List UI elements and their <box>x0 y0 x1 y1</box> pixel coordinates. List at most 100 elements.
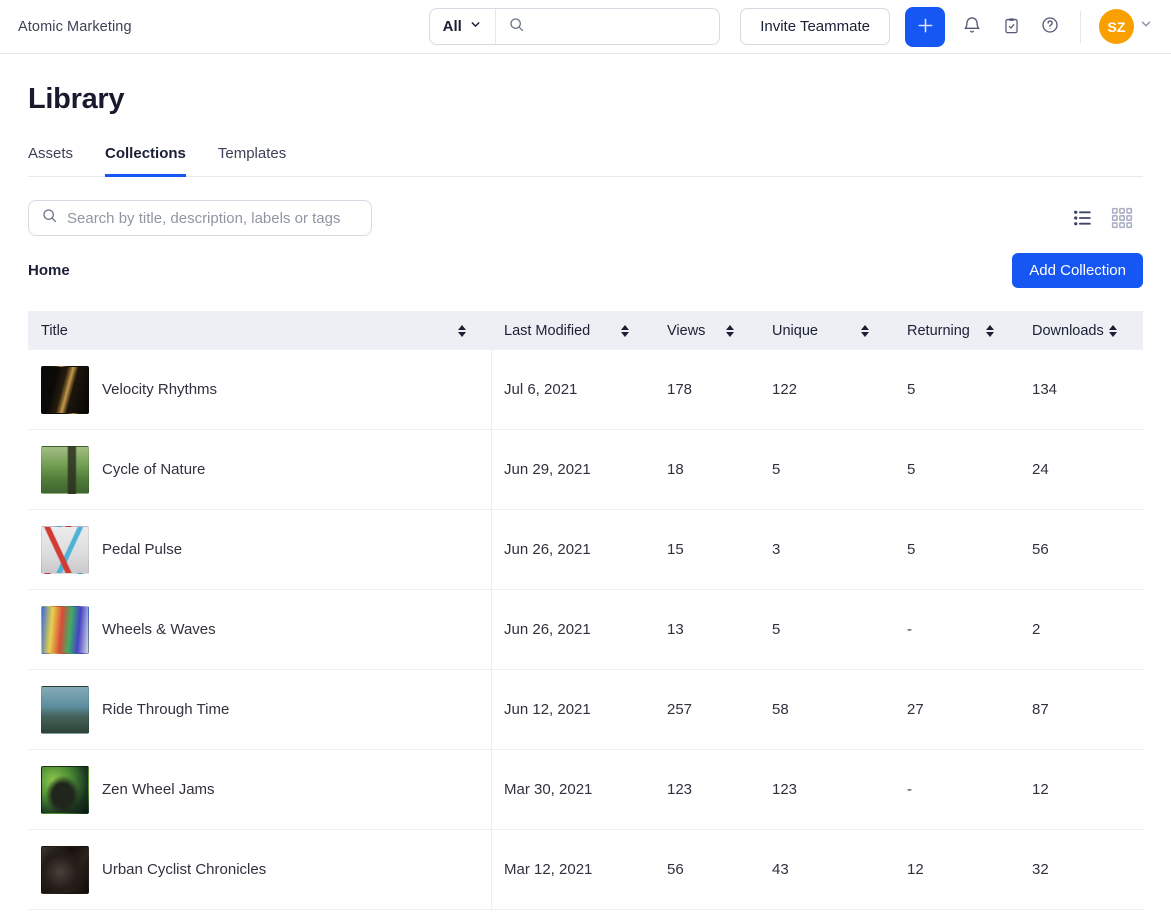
invite-teammate-button[interactable]: Invite Teammate <box>740 8 890 45</box>
cell-unique: 123 <box>760 750 895 829</box>
cell-unique: 5 <box>760 430 895 509</box>
column-header-last-modified[interactable]: Last Modified <box>492 311 655 350</box>
add-collection-button[interactable]: Add Collection <box>1012 253 1143 288</box>
collection-title: Cycle of Nature <box>102 461 205 478</box>
cell-views: 178 <box>655 350 760 429</box>
cell-unique: 43 <box>760 830 895 909</box>
clipboard-check-icon <box>1002 16 1021 38</box>
list-view-button[interactable] <box>1072 207 1094 229</box>
collection-thumbnail <box>41 526 89 574</box>
collection-thumbnail <box>41 686 89 734</box>
tab-templates[interactable]: Templates <box>218 145 286 177</box>
table-header: Title Last Modified Views Unique Returni… <box>28 311 1143 350</box>
collection-thumbnail <box>41 846 89 894</box>
page-title: Library <box>28 83 1143 116</box>
cell-unique: 3 <box>760 510 895 589</box>
collection-search-box <box>28 200 372 236</box>
table-row[interactable]: Cycle of Nature Jun 29, 2021 18 5 5 24 <box>28 430 1143 510</box>
user-menu[interactable]: SZ <box>1099 9 1153 44</box>
cell-views: 123 <box>655 750 760 829</box>
collection-title: Ride Through Time <box>102 701 229 718</box>
collection-title: Velocity Rhythms <box>102 381 217 398</box>
cell-unique: 5 <box>760 590 895 669</box>
cell-returning: 5 <box>895 430 1020 509</box>
cell-returning: 5 <box>895 510 1020 589</box>
cell-views: 13 <box>655 590 760 669</box>
column-header-views[interactable]: Views <box>655 311 760 350</box>
cell-last-modified: Jun 26, 2021 <box>492 590 655 669</box>
sort-icon[interactable] <box>621 325 629 337</box>
help-button[interactable] <box>1038 15 1062 39</box>
collection-thumbnail <box>41 606 89 654</box>
top-bar: Atomic Marketing All Invite Teammate <box>0 0 1171 54</box>
cell-downloads: 56 <box>1020 510 1143 589</box>
cell-downloads: 24 <box>1020 430 1143 509</box>
table-row[interactable]: Pedal Pulse Jun 26, 2021 15 3 5 56 <box>28 510 1143 590</box>
cell-last-modified: Mar 30, 2021 <box>492 750 655 829</box>
collection-thumbnail <box>41 446 89 494</box>
chevron-down-icon <box>1139 17 1153 36</box>
avatar: SZ <box>1099 9 1134 44</box>
cell-unique: 122 <box>760 350 895 429</box>
sort-icon[interactable] <box>861 325 869 337</box>
cell-downloads: 87 <box>1020 670 1143 749</box>
cell-views: 56 <box>655 830 760 909</box>
collection-thumbnail <box>41 766 89 814</box>
cell-last-modified: Mar 12, 2021 <box>492 830 655 909</box>
view-toggles <box>1072 207 1143 229</box>
library-tabs: Assets Collections Templates <box>28 145 1143 177</box>
cell-views: 15 <box>655 510 760 589</box>
tasks-button[interactable] <box>999 15 1023 39</box>
sort-icon[interactable] <box>986 325 994 337</box>
cell-downloads: 32 <box>1020 830 1143 909</box>
global-search-input[interactable] <box>533 18 707 35</box>
tab-collections[interactable]: Collections <box>105 145 186 177</box>
column-header-title[interactable]: Title <box>28 311 492 350</box>
main-content: Library Assets Collections Templates <box>0 83 1171 910</box>
cell-downloads: 2 <box>1020 590 1143 669</box>
table-row[interactable]: Wheels & Waves Jun 26, 2021 13 5 - 2 <box>28 590 1143 670</box>
table-row[interactable]: Urban Cyclist Chronicles Mar 12, 2021 56… <box>28 830 1143 910</box>
table-row[interactable]: Velocity Rhythms Jul 6, 2021 178 122 5 1… <box>28 350 1143 430</box>
cell-last-modified: Jun 29, 2021 <box>492 430 655 509</box>
global-search-field-wrap <box>496 16 719 38</box>
sort-icon[interactable] <box>458 325 466 337</box>
cell-returning: 27 <box>895 670 1020 749</box>
grid-view-icon <box>1111 217 1133 232</box>
search-icon <box>508 16 525 38</box>
top-bar-actions: Invite Teammate SZ <box>740 7 1153 47</box>
cell-downloads: 12 <box>1020 750 1143 829</box>
filter-row <box>28 200 1143 236</box>
collection-title: Zen Wheel Jams <box>102 781 215 798</box>
collection-search-input[interactable] <box>67 210 359 227</box>
grid-view-button[interactable] <box>1111 207 1133 229</box>
collection-title: Wheels & Waves <box>102 621 216 638</box>
add-new-button[interactable] <box>905 7 945 47</box>
notifications-button[interactable] <box>960 15 984 39</box>
search-icon <box>41 207 58 229</box>
column-header-downloads[interactable]: Downloads <box>1020 311 1143 350</box>
top-bar-divider <box>1080 11 1081 43</box>
breadcrumb[interactable]: Home <box>28 262 70 279</box>
cell-returning: 5 <box>895 350 1020 429</box>
search-scope-value: All <box>443 18 462 35</box>
sort-icon[interactable] <box>1109 325 1117 337</box>
cell-returning: - <box>895 750 1020 829</box>
global-search: All <box>429 8 720 45</box>
column-header-returning[interactable]: Returning <box>895 311 1020 350</box>
cell-views: 18 <box>655 430 760 509</box>
breadcrumb-row: Home Add Collection <box>28 253 1143 288</box>
cell-returning: 12 <box>895 830 1020 909</box>
tab-assets[interactable]: Assets <box>28 145 73 177</box>
table-row[interactable]: Zen Wheel Jams Mar 30, 2021 123 123 - 12 <box>28 750 1143 830</box>
cell-last-modified: Jun 12, 2021 <box>492 670 655 749</box>
table-row[interactable]: Ride Through Time Jun 12, 2021 257 58 27… <box>28 670 1143 750</box>
help-icon <box>1040 15 1060 38</box>
cell-downloads: 134 <box>1020 350 1143 429</box>
collection-thumbnail <box>41 366 89 414</box>
column-header-unique[interactable]: Unique <box>760 311 895 350</box>
sort-icon[interactable] <box>726 325 734 337</box>
cell-last-modified: Jul 6, 2021 <box>492 350 655 429</box>
collection-title: Pedal Pulse <box>102 541 182 558</box>
search-scope-dropdown[interactable]: All <box>430 9 496 44</box>
